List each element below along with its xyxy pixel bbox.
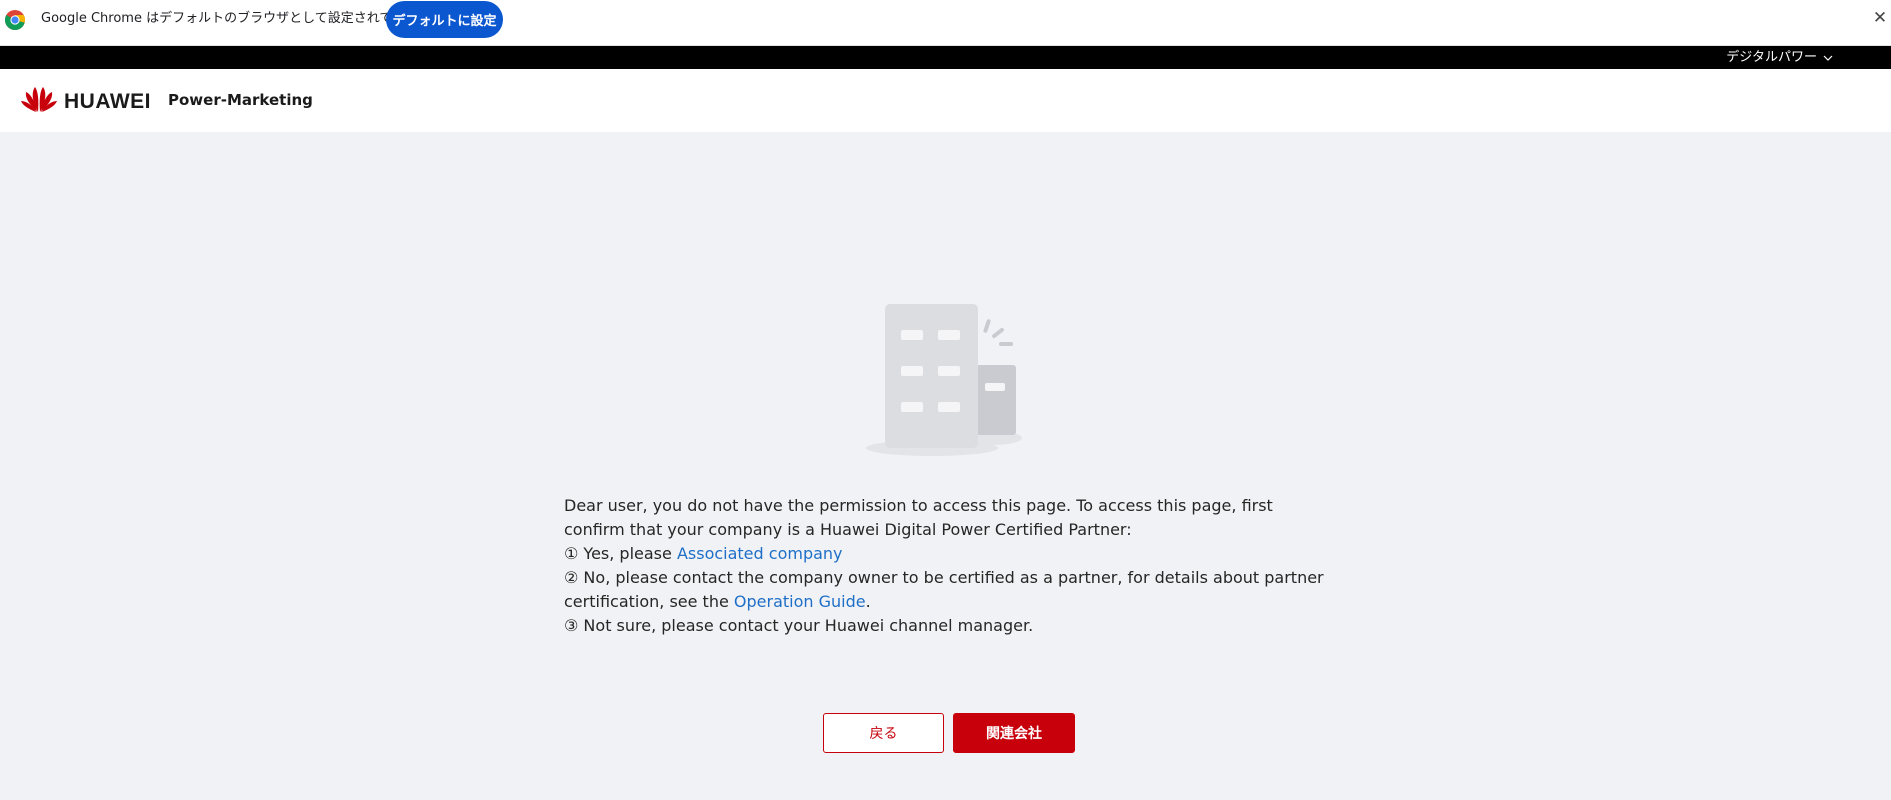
top-strip: デジタルパワー — [0, 46, 1891, 69]
digital-power-menu-label: デジタルパワー — [1726, 50, 1817, 65]
no-permission-building-illustration — [866, 304, 1026, 460]
option-no-text: ② No, please contact the company owner t… — [564, 568, 1324, 611]
site-header: HUAWEI Power-Marketing — [0, 69, 1891, 132]
option-yes-text: ① Yes, please — [564, 544, 677, 563]
option-yes: ① Yes, please Associated company — [564, 542, 1324, 566]
permission-intro: Dear user, you do not have the permissio… — [564, 496, 1273, 539]
permission-message: Dear user, you do not have the permissio… — [564, 494, 1324, 638]
default-browser-infobar: Google Chrome はデフォルトのブラウザとして設定されていません デフ… — [0, 0, 1891, 46]
back-button[interactable]: 戻る — [823, 713, 944, 753]
main-content: Dear user, you do not have the permissio… — [0, 132, 1891, 800]
huawei-flower-icon — [21, 86, 57, 117]
chevron-down-icon — [1823, 55, 1833, 61]
set-default-button[interactable]: デフォルトに設定 — [386, 1, 503, 38]
huawei-wordmark: HUAWEI — [64, 89, 151, 113]
huawei-logo[interactable]: HUAWEI — [21, 86, 151, 117]
associate-company-button[interactable]: 関連会社 — [953, 713, 1075, 753]
associated-company-link[interactable]: Associated company — [677, 544, 843, 563]
default-browser-message: Google Chrome はデフォルトのブラウザとして設定されていません — [41, 11, 444, 26]
operation-guide-link[interactable]: Operation Guide — [734, 592, 866, 611]
digital-power-menu[interactable]: デジタルパワー — [1726, 48, 1833, 67]
chrome-logo-icon — [4, 9, 26, 31]
option-not-sure: ③ Not sure, please contact your Huawei c… — [564, 616, 1034, 635]
product-name: Power-Marketing — [168, 91, 313, 109]
option-no-suffix: . — [865, 592, 871, 611]
close-infobar-icon[interactable]: ✕ — [1871, 8, 1889, 28]
option-no: ② No, please contact the company owner t… — [564, 566, 1324, 614]
